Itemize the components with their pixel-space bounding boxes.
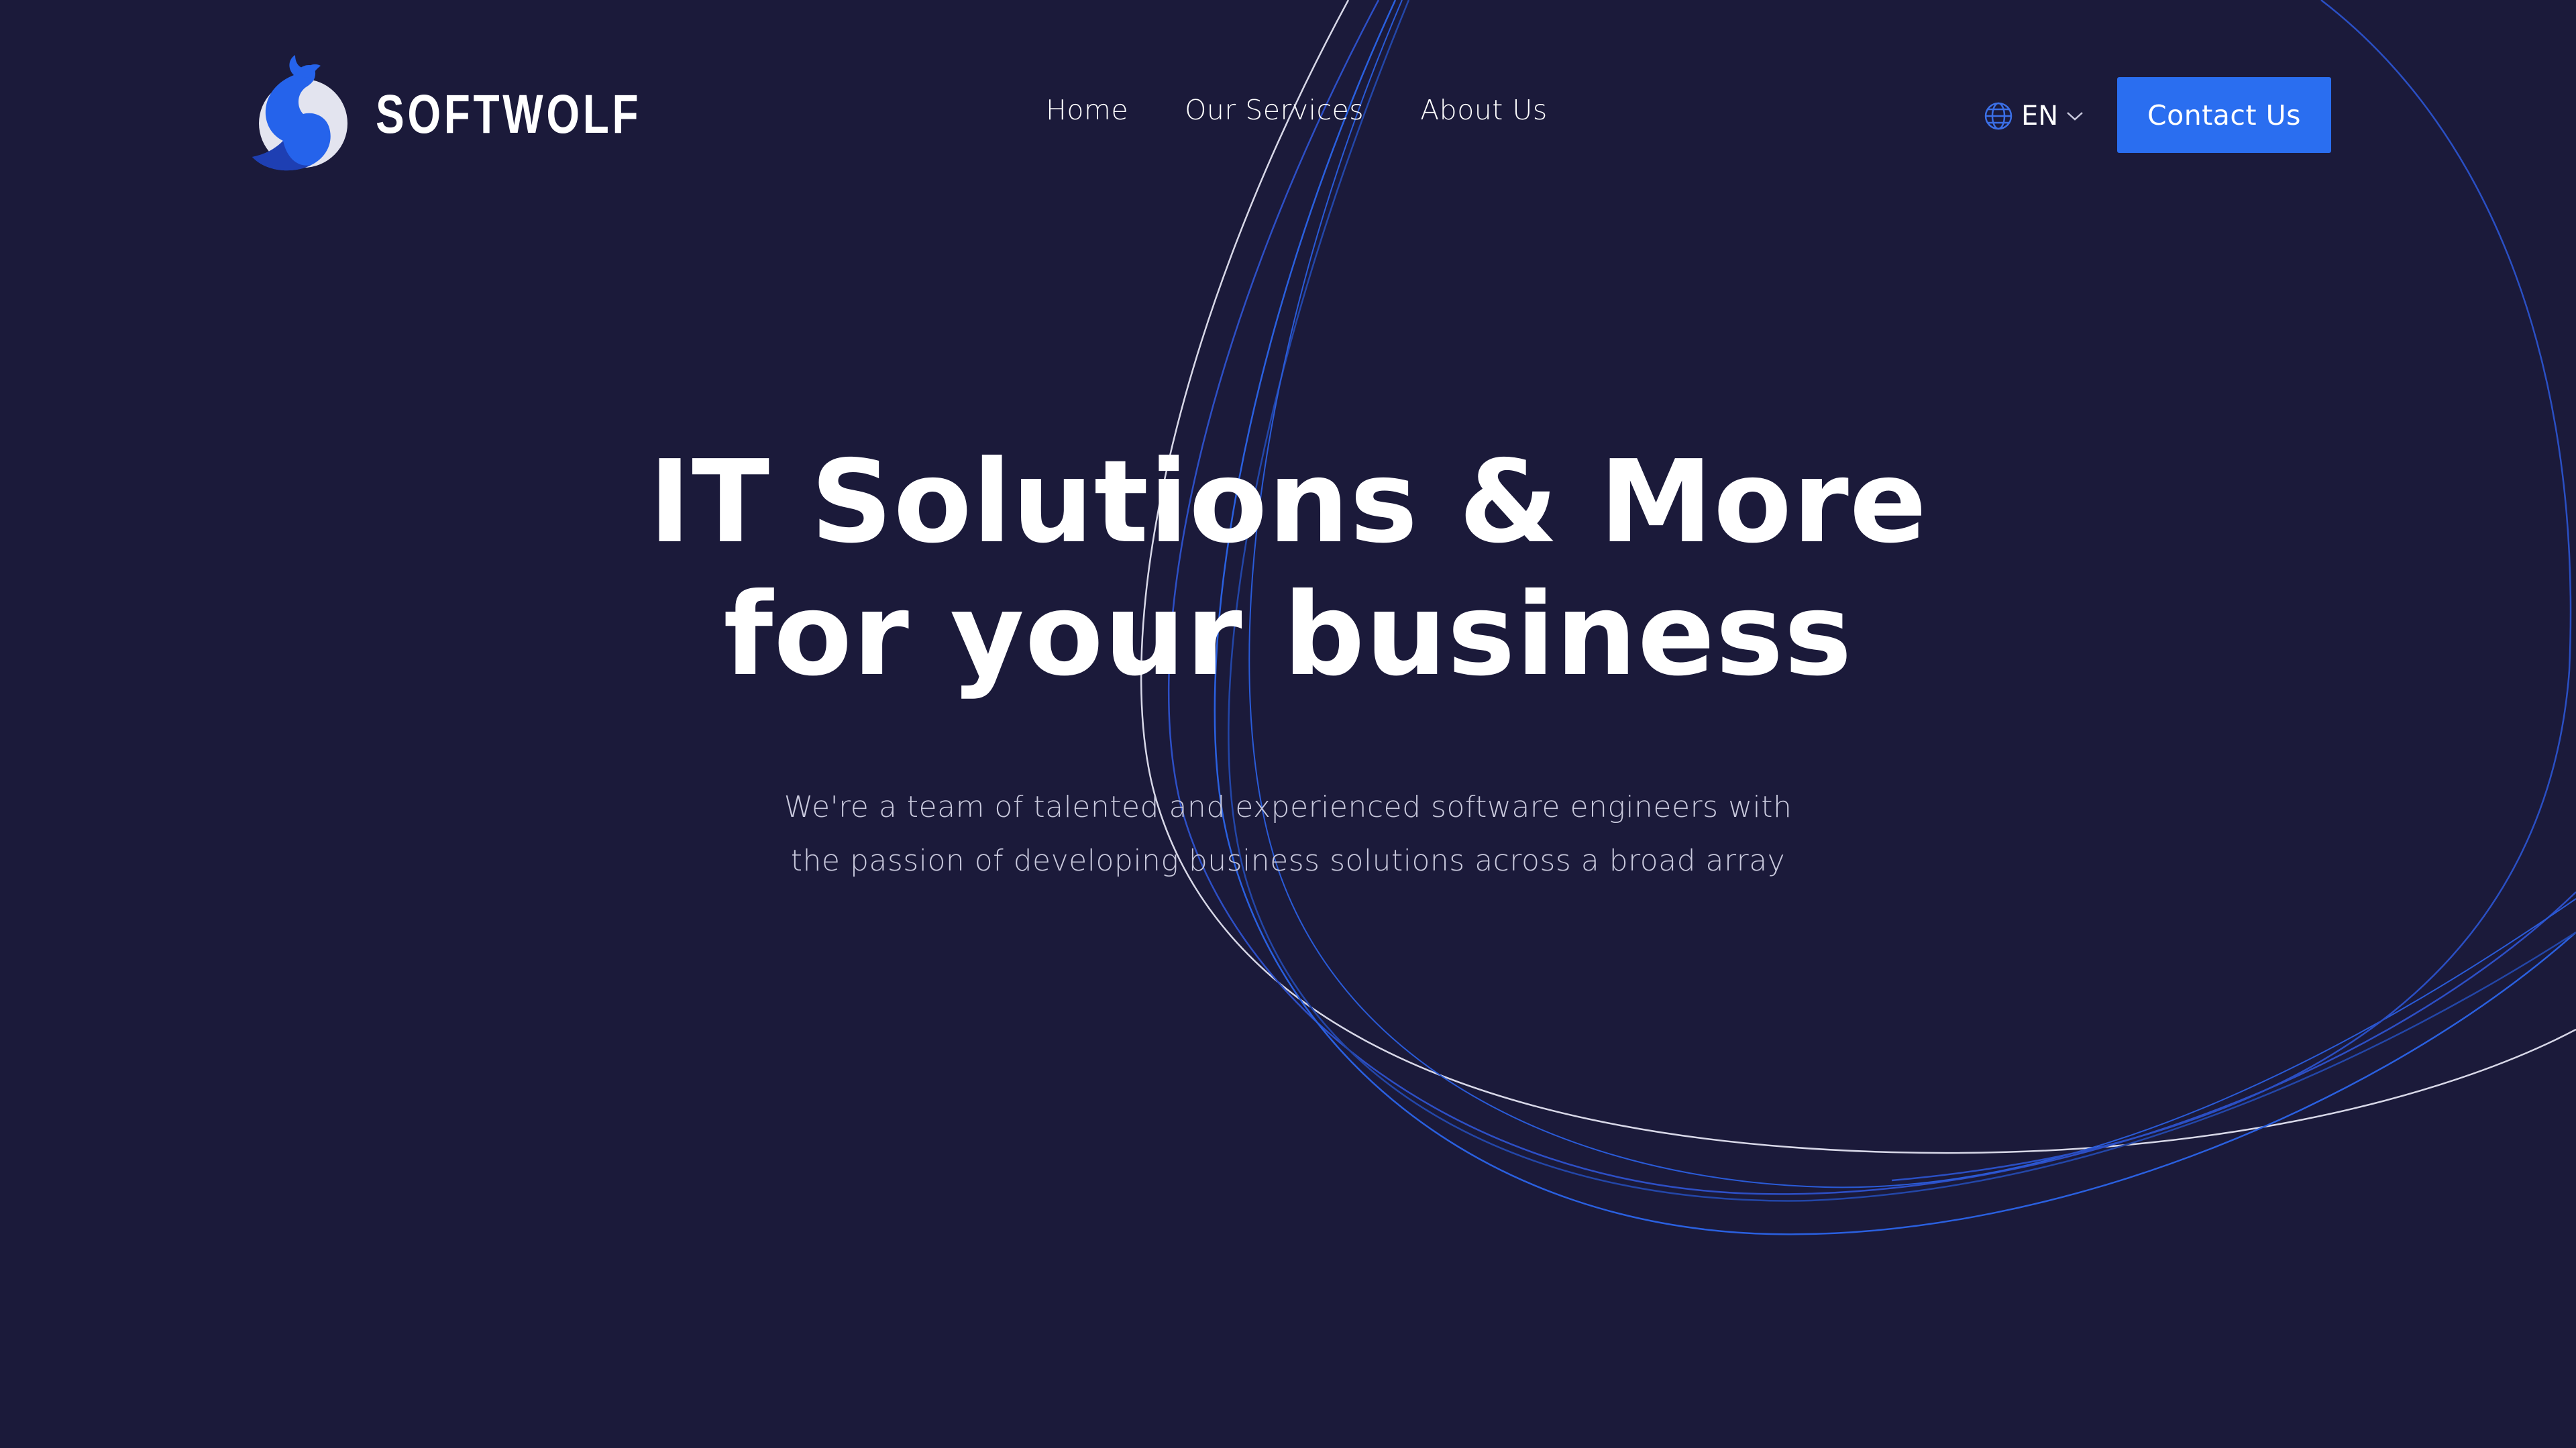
nav-item-about-us[interactable]: About Us [1420,94,1548,126]
chevron-down-icon [2067,112,2084,121]
nav-item-our-services[interactable]: Our Services [1185,94,1364,126]
hero-description-line-2: the passion of developing business solut… [790,844,1786,878]
hero-section: IT Solutions & More for your business We… [0,436,2576,888]
globe-icon [1984,102,2012,130]
logo-link[interactable]: SOFTWOLF [246,54,716,176]
hero-description-line-1: We're a team of talented and experienced… [784,790,1792,824]
hero-title: IT Solutions & More for your business [0,436,2576,702]
wolf-logo-icon [252,55,347,171]
hero-description: We're a team of talented and experienced… [778,781,1798,888]
brand-name: SOFTWOLF [376,84,642,145]
contact-us-button[interactable]: Contact Us [2117,77,2331,153]
hero-title-line-1: IT Solutions & More [648,436,1928,569]
main-nav: Home Our Services About Us [1046,94,1548,126]
language-selector[interactable]: EN [1984,101,2084,131]
nav-item-home[interactable]: Home [1046,94,1128,126]
site-header: SOFTWOLF Home Our Services About Us EN C… [0,0,2576,231]
language-code: EN [2021,101,2059,131]
hero-title-line-2: for your business [723,569,1853,702]
